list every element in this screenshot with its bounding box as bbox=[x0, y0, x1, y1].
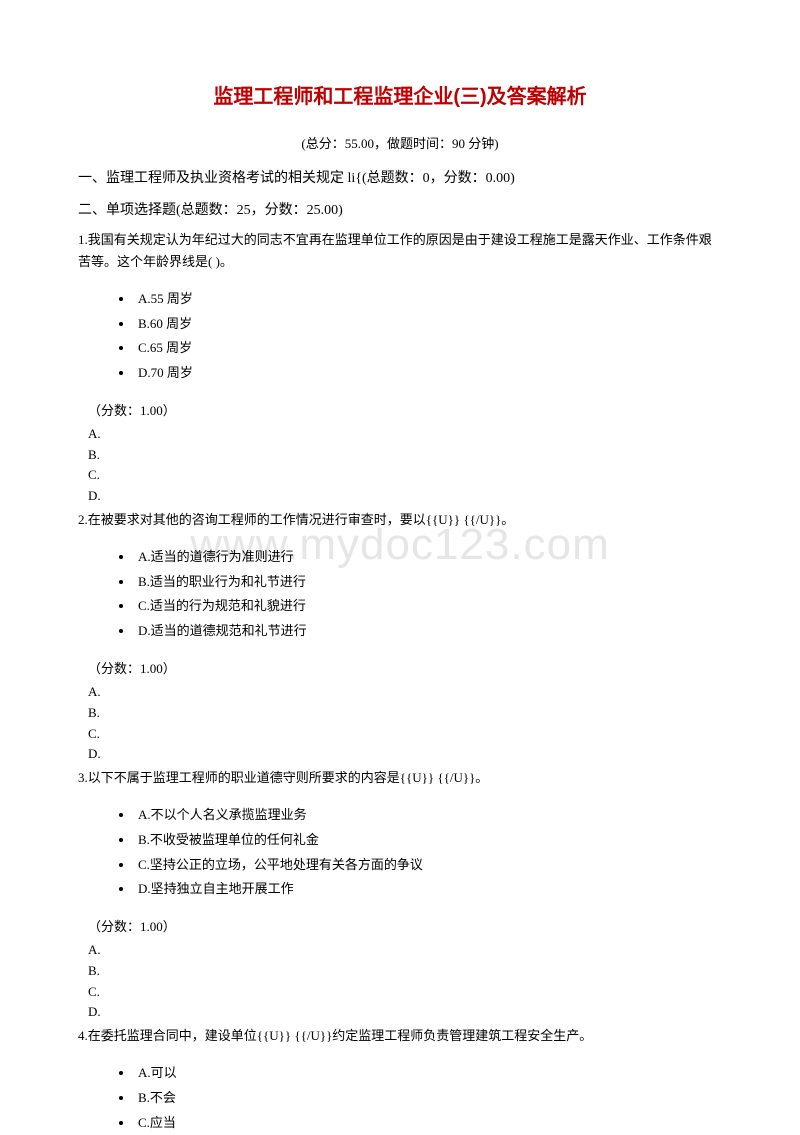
question-3-text: 3.以下不属于监理工程师的职业道德守则所要求的内容是{{U}} {{/U}}。 bbox=[78, 767, 722, 789]
q1-ans-c: C. bbox=[88, 465, 722, 486]
q1-ans-d: D. bbox=[88, 486, 722, 507]
q2-ans-c: C. bbox=[88, 724, 722, 745]
q1-opt-a: A.55 周岁 bbox=[134, 287, 722, 312]
q3-ans-d: D. bbox=[88, 1002, 722, 1023]
q4-opt-c: C.应当 bbox=[134, 1111, 722, 1135]
q1-score: （分数：1.00） bbox=[88, 400, 722, 422]
question-2-options: A.适当的道德行为准则进行 B.适当的职业行为和礼节进行 C.适当的行为规范和礼… bbox=[134, 545, 722, 644]
q1-opt-b: B.60 周岁 bbox=[134, 312, 722, 337]
q2-opt-a: A.适当的道德行为准则进行 bbox=[134, 545, 722, 570]
section-1-header: 一、监理工程师及执业资格考试的相关规定 li{(总题数：0，分数：0.00) bbox=[78, 168, 722, 190]
question-4-text: 4.在委托监理合同中，建设单位{{U}} {{/U}}约定监理工程师负责管理建筑… bbox=[78, 1025, 722, 1047]
question-1-text: 1.我国有关规定认为年纪过大的同志不宜再在监理单位工作的原因是由于建设工程施工是… bbox=[78, 229, 722, 273]
q3-ans-a: A. bbox=[88, 940, 722, 961]
q3-opt-d: D.坚持独立自主地开展工作 bbox=[134, 877, 722, 902]
q2-opt-d: D.适当的道德规范和礼节进行 bbox=[134, 619, 722, 644]
q2-ans-d: D. bbox=[88, 744, 722, 765]
q1-opt-c: C.65 周岁 bbox=[134, 336, 722, 361]
question-2-text: 2.在被要求对其他的咨询工程师的工作情况进行审查时，要以{{U}} {{/U}}… bbox=[78, 509, 722, 531]
q1-ans-b: B. bbox=[88, 445, 722, 466]
document-content: 监理工程师和工程监理企业(三)及答案解析 (总分：55.00，做题时间：90 分… bbox=[78, 80, 722, 1135]
q3-opt-a: A.不以个人名义承揽监理业务 bbox=[134, 803, 722, 828]
q3-ans-c: C. bbox=[88, 982, 722, 1003]
q3-opt-b: B.不收受被监理单位的任何礼金 bbox=[134, 828, 722, 853]
q3-ans-b: B. bbox=[88, 961, 722, 982]
q2-opt-c: C.适当的行为规范和礼貌进行 bbox=[134, 594, 722, 619]
q2-opt-b: B.适当的职业行为和礼节进行 bbox=[134, 570, 722, 595]
q2-ans-b: B. bbox=[88, 703, 722, 724]
question-1-options: A.55 周岁 B.60 周岁 C.65 周岁 D.70 周岁 bbox=[134, 287, 722, 386]
q1-opt-d: D.70 周岁 bbox=[134, 361, 722, 386]
q1-ans-a: A. bbox=[88, 424, 722, 445]
q4-opt-b: B.不会 bbox=[134, 1086, 722, 1111]
q4-opt-a: A.可以 bbox=[134, 1061, 722, 1086]
page-title: 监理工程师和工程监理企业(三)及答案解析 bbox=[78, 80, 722, 109]
q3-opt-c: C.坚持公正的立场，公平地处理有关各方面的争议 bbox=[134, 853, 722, 878]
q2-ans-a: A. bbox=[88, 682, 722, 703]
section-2-header: 二、单项选择题(总题数：25，分数：25.00) bbox=[78, 200, 722, 222]
question-3-options: A.不以个人名义承揽监理业务 B.不收受被监理单位的任何礼金 C.坚持公正的立场… bbox=[134, 803, 722, 902]
question-4-options: A.可以 B.不会 C.应当 bbox=[134, 1061, 722, 1135]
page-subtitle: (总分：55.00，做题时间：90 分钟) bbox=[78, 133, 722, 152]
q3-score: （分数：1.00） bbox=[88, 916, 722, 938]
q2-score: （分数：1.00） bbox=[88, 658, 722, 680]
